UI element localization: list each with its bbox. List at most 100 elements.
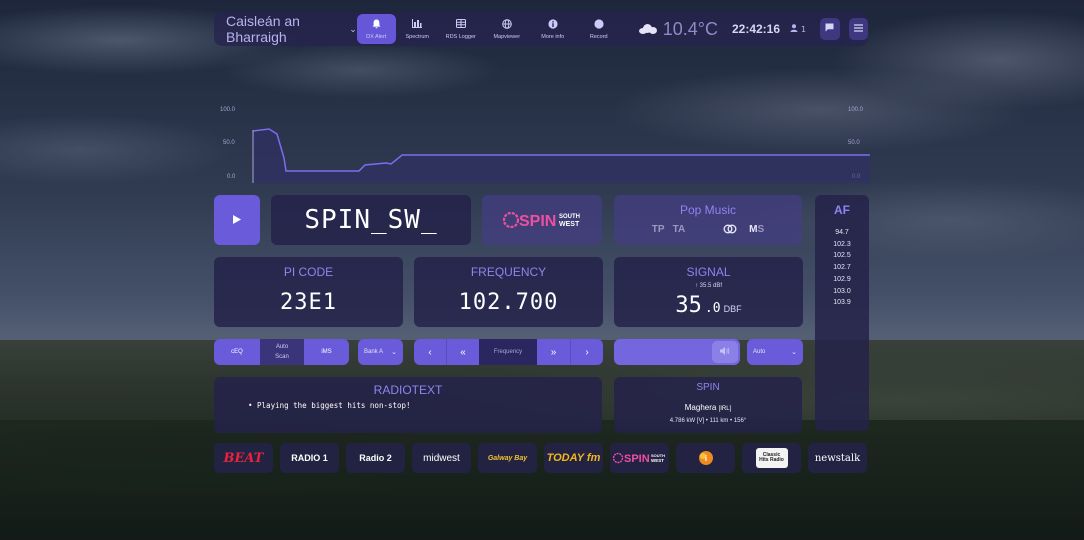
chevron-right-icon: › xyxy=(585,346,589,358)
preset-logo: BEAT xyxy=(223,450,264,466)
svg-text:i: i xyxy=(704,454,706,463)
nav-label: Spectrum xyxy=(405,33,430,40)
preset-radio1[interactable]: RADIO 1 xyxy=(280,443,339,473)
preset-bar: BEAT RADIO 1 Radio 2 midwest Galway Bay … xyxy=(214,443,870,473)
signal-panel: SIGNAL ↑ 35.5 dBf 35 .0 DBF xyxy=(614,257,803,327)
double-chevron-left-icon: « xyxy=(460,346,466,358)
nav-more-info[interactable]: More info xyxy=(531,14,575,44)
nav-mapviewer[interactable]: Mapviewer xyxy=(485,14,529,44)
bank-select-value: Bank A xyxy=(364,349,384,355)
volume-handle[interactable] xyxy=(712,341,738,363)
frequency-input[interactable]: Frequency xyxy=(479,339,537,365)
ims-button[interactable]: iMS xyxy=(304,339,349,365)
af-item[interactable]: 103.0 xyxy=(815,286,869,298)
preset-logo: Radio 2 xyxy=(359,453,392,463)
antenna-select[interactable]: Auto ⌄ xyxy=(747,339,803,365)
user-count: 1 xyxy=(790,23,807,35)
play-button[interactable] xyxy=(214,195,260,245)
radiotext-line: • Playing the biggest hits non-stop! xyxy=(248,401,411,410)
preset-spin-south-west[interactable]: SPIN SOUTH WEST xyxy=(610,443,669,473)
nav-dx-alert[interactable]: DX Alert xyxy=(356,14,396,44)
rds-flags: TP TA MS xyxy=(614,224,802,237)
preset-galway-bay[interactable]: Galway Bay xyxy=(478,443,537,473)
preset-logo: midwest xyxy=(423,452,460,464)
transmitter-itu: [IRL] xyxy=(718,406,732,412)
auto-scan-button[interactable]: Auto Scan xyxy=(260,339,304,365)
transmitter-panel: SPIN Maghera [IRL] 4.786 kW [V] • 111 km… xyxy=(614,377,802,433)
cloud-icon xyxy=(638,24,657,34)
svg-text:SPIN: SPIN xyxy=(624,453,650,465)
pi-code-value: 23E1 xyxy=(280,290,337,315)
ta-flag: TA xyxy=(672,224,686,235)
chat-button[interactable] xyxy=(820,18,840,40)
af-title: AF xyxy=(834,203,850,217)
spin-logo: SPIN SOUTH WEST xyxy=(502,211,580,230)
frequency-panel: FREQUENCY 102.700 xyxy=(414,257,603,327)
auto-scan-label-2: Scan xyxy=(275,354,289,360)
pi-code-title: PI CODE xyxy=(283,265,334,279)
chevron-down-icon: ⌄ xyxy=(391,349,397,356)
preset-newstalk[interactable]: newstalk xyxy=(808,443,867,473)
bell-icon xyxy=(372,19,381,32)
preset-midwest[interactable]: midwest xyxy=(412,443,471,473)
ceq-button[interactable]: cEQ xyxy=(214,339,260,365)
af-item[interactable]: 102.5 xyxy=(815,250,869,262)
nav-spectrum[interactable]: Spectrum xyxy=(398,14,437,44)
radiotext-panel: RADIOTEXT • Playing the biggest hits non… xyxy=(214,377,602,433)
menu-button[interactable] xyxy=(848,18,868,40)
tune-down-button[interactable]: ‹ xyxy=(414,339,446,365)
transmitter-city: Maghera xyxy=(684,403,717,412)
user-count-value: 1 xyxy=(801,24,807,34)
auto-scan-label-1: Auto xyxy=(275,344,289,350)
seek-up-button[interactable]: » xyxy=(537,339,570,365)
signal-graph-plot xyxy=(252,128,870,183)
preset-beat[interactable]: BEAT xyxy=(214,443,273,473)
preset-classic-hits[interactable]: Classic Hits Radio xyxy=(742,443,801,473)
af-item[interactable]: 102.9 xyxy=(815,274,869,286)
transmitter-location: Maghera [IRL] xyxy=(614,403,802,412)
double-chevron-right-icon: » xyxy=(550,346,557,358)
preset-today-fm[interactable]: TODAY fm xyxy=(544,443,603,473)
music-flag: M xyxy=(749,224,758,235)
speaker-icon xyxy=(720,347,730,357)
signal-unit: DBF xyxy=(723,304,742,314)
globe-icon xyxy=(501,18,512,32)
transmitter-name: SPIN xyxy=(696,382,720,393)
weather: 10.4°C xyxy=(638,19,718,40)
signal-peak-value: 35.5 dBf xyxy=(699,283,723,289)
bank-select[interactable]: Bank A ⌄ xyxy=(358,339,403,365)
station-selector[interactable]: Caisleán an Bharraigh ⌄ xyxy=(214,12,357,46)
af-item[interactable]: 94.7 xyxy=(815,227,869,239)
eq-controls: cEQ Auto Scan iMS xyxy=(214,339,349,365)
svg-text:WEST: WEST xyxy=(559,221,580,228)
volume-slider[interactable] xyxy=(614,339,740,365)
nav-record[interactable]: Record xyxy=(577,14,621,44)
af-item[interactable]: 103.9 xyxy=(815,297,869,309)
chevron-down-icon: ⌄ xyxy=(349,23,357,34)
svg-text:WEST: WEST xyxy=(651,458,664,463)
nav-label: Mapviewer xyxy=(493,33,521,40)
preset-logo: RADIO 1 xyxy=(291,453,328,463)
preset-iradio[interactable]: i xyxy=(676,443,735,473)
tune-up-button[interactable]: › xyxy=(570,339,603,365)
station-name: Caisleán an Bharraigh xyxy=(226,13,300,45)
preset-logo: Galway Bay xyxy=(487,454,528,462)
ps-text: SPIN_SW_ xyxy=(304,205,438,235)
radiotext-title: RADIOTEXT xyxy=(373,383,443,397)
seek-down-button[interactable]: « xyxy=(446,339,479,365)
nav-label: RDS Logger xyxy=(445,33,476,40)
record-icon xyxy=(594,18,604,32)
preset-radio2[interactable]: Radio 2 xyxy=(346,443,405,473)
chat-icon xyxy=(825,23,834,35)
af-item[interactable]: 102.7 xyxy=(815,262,869,274)
nav-label: More info xyxy=(541,33,565,40)
frequency-title: FREQUENCY xyxy=(470,265,547,279)
user-icon xyxy=(790,23,798,35)
signal-reading: 35 .0 DBF xyxy=(614,293,803,318)
menu-icon xyxy=(853,23,863,35)
pty-label: Pop Music xyxy=(679,203,737,217)
af-panel: AF 94.7 102.3 102.5 102.7 102.9 103.0 10… xyxy=(815,195,869,431)
station-logo: SPIN SOUTH WEST xyxy=(482,195,602,245)
af-item[interactable]: 102.3 xyxy=(815,239,869,251)
nav-rds-logger[interactable]: RDS Logger xyxy=(439,14,483,44)
